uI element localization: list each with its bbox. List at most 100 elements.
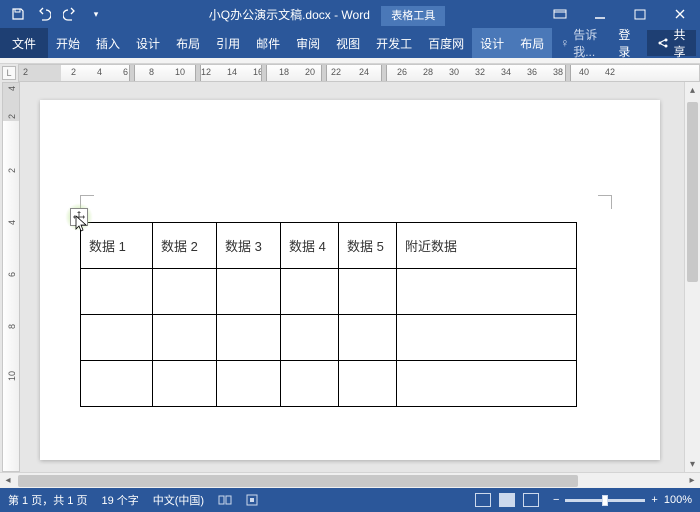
tab-file[interactable]: 文件: [0, 28, 48, 58]
view-web-layout[interactable]: [523, 493, 539, 507]
status-page[interactable]: 第 1 页，共 1 页: [8, 492, 87, 508]
workspace: 42246810 数据 1数据 2数据 3数据 4数据 5附近数据 ▴ ▾: [0, 82, 700, 472]
table-cell[interactable]: [153, 361, 217, 407]
zoom-slider[interactable]: [565, 499, 645, 502]
table-cell[interactable]: 数据 3: [217, 223, 281, 269]
table-cell[interactable]: [397, 361, 577, 407]
tab-references[interactable]: 引用: [208, 28, 248, 58]
tab-mailings[interactable]: 邮件: [248, 28, 288, 58]
view-print-layout[interactable]: [499, 493, 515, 507]
tell-me-search[interactable]: ♀ 告诉我...: [552, 28, 610, 58]
redo-button[interactable]: [58, 2, 82, 26]
table-cell[interactable]: [153, 269, 217, 315]
tab-developer[interactable]: 开发工: [368, 28, 420, 58]
vscroll-thumb[interactable]: [687, 102, 698, 282]
scroll-left-button[interactable]: ◂: [0, 475, 16, 486]
table-cell[interactable]: [281, 315, 339, 361]
ruler-tick: 18: [279, 67, 289, 77]
table-cell[interactable]: [81, 315, 153, 361]
table-cell[interactable]: 数据 5: [339, 223, 397, 269]
zoom-percent[interactable]: 100%: [664, 494, 692, 506]
close-button[interactable]: [660, 0, 700, 28]
ruler-corner[interactable]: L: [2, 66, 16, 80]
tab-design[interactable]: 设计: [128, 28, 168, 58]
table-cell[interactable]: [339, 269, 397, 315]
ruler-tick: 2: [71, 67, 76, 77]
tab-baidu[interactable]: 百度网: [420, 28, 472, 58]
scroll-down-button[interactable]: ▾: [685, 456, 700, 472]
tab-table-design[interactable]: 设计: [472, 28, 512, 58]
table-cell[interactable]: [281, 269, 339, 315]
vertical-ruler[interactable]: 42246810: [2, 82, 20, 472]
table-cell[interactable]: [81, 269, 153, 315]
undo-button[interactable]: [32, 2, 56, 26]
login-link[interactable]: 登录: [610, 28, 643, 58]
share-button[interactable]: 共享: [647, 30, 696, 56]
table-cell[interactable]: [397, 315, 577, 361]
table-row[interactable]: 数据 1数据 2数据 3数据 4数据 5附近数据: [81, 223, 577, 269]
horizontal-ruler[interactable]: 224681012141618202224262830323436384042: [18, 64, 700, 82]
ruler-column-marker[interactable]: [261, 65, 267, 81]
view-buttons: [475, 493, 539, 507]
table-cell[interactable]: [339, 361, 397, 407]
vruler-tick: 4: [7, 220, 17, 225]
table-cell[interactable]: [217, 315, 281, 361]
tab-table-layout[interactable]: 布局: [512, 28, 552, 58]
document-title: 小Q办公演示文稿.docx - Word 表格工具: [114, 6, 540, 23]
document-area[interactable]: 数据 1数据 2数据 3数据 4数据 5附近数据: [20, 82, 684, 472]
tab-insert[interactable]: 插入: [88, 28, 128, 58]
ruler-tick: 4: [97, 67, 102, 77]
lightbulb-icon: ♀: [560, 36, 569, 50]
status-book-icon[interactable]: [218, 494, 232, 506]
qat-customize-icon[interactable]: ▾: [84, 2, 108, 26]
vertical-scrollbar[interactable]: ▴ ▾: [684, 82, 700, 472]
table-row[interactable]: [81, 315, 577, 361]
table-cell[interactable]: [153, 315, 217, 361]
ruler-column-marker[interactable]: [321, 65, 327, 81]
zoom-slider-thumb[interactable]: [602, 495, 608, 506]
table-cell[interactable]: [397, 269, 577, 315]
page: 数据 1数据 2数据 3数据 4数据 5附近数据: [40, 100, 660, 460]
ruler-tick: 26: [397, 67, 407, 77]
ruler-tick: 40: [579, 67, 589, 77]
scroll-right-button[interactable]: ▸: [684, 475, 700, 486]
table-cell[interactable]: [339, 315, 397, 361]
view-read-mode[interactable]: [475, 493, 491, 507]
table-cell[interactable]: [281, 361, 339, 407]
hscroll-thumb[interactable]: [18, 475, 578, 487]
ruler-column-marker[interactable]: [129, 65, 135, 81]
hscroll-track[interactable]: [16, 475, 684, 487]
table-cell[interactable]: [217, 361, 281, 407]
ruler-column-marker[interactable]: [195, 65, 201, 81]
zoom-out-button[interactable]: −: [553, 494, 559, 506]
zoom-control: − + 100%: [553, 494, 692, 506]
status-word-count[interactable]: 19 个字: [101, 492, 138, 508]
table-cell[interactable]: [217, 269, 281, 315]
minimize-button[interactable]: [580, 0, 620, 28]
scroll-up-button[interactable]: ▴: [685, 82, 700, 98]
table-move-handle[interactable]: [70, 208, 88, 226]
horizontal-scrollbar[interactable]: ◂ ▸: [0, 472, 700, 488]
tab-review[interactable]: 审阅: [288, 28, 328, 58]
status-language[interactable]: 中文(中国): [153, 492, 204, 508]
status-macro-icon[interactable]: [246, 494, 258, 506]
table-cell[interactable]: 数据 2: [153, 223, 217, 269]
tab-home[interactable]: 开始: [48, 28, 88, 58]
vruler-tick: 10: [7, 371, 17, 381]
margin-corner-right: [598, 195, 612, 209]
table-cell[interactable]: 附近数据: [397, 223, 577, 269]
ruler-column-marker[interactable]: [381, 65, 387, 81]
document-table[interactable]: 数据 1数据 2数据 3数据 4数据 5附近数据: [80, 222, 577, 407]
table-cell[interactable]: 数据 1: [81, 223, 153, 269]
table-cell[interactable]: 数据 4: [281, 223, 339, 269]
tab-view[interactable]: 视图: [328, 28, 368, 58]
table-row[interactable]: [81, 361, 577, 407]
maximize-button[interactable]: [620, 0, 660, 28]
tab-layout[interactable]: 布局: [168, 28, 208, 58]
table-row[interactable]: [81, 269, 577, 315]
save-button[interactable]: [6, 2, 30, 26]
table-cell[interactable]: [81, 361, 153, 407]
zoom-in-button[interactable]: +: [651, 494, 657, 506]
ribbon-options-button[interactable]: [540, 0, 580, 28]
ruler-column-marker[interactable]: [565, 65, 571, 81]
